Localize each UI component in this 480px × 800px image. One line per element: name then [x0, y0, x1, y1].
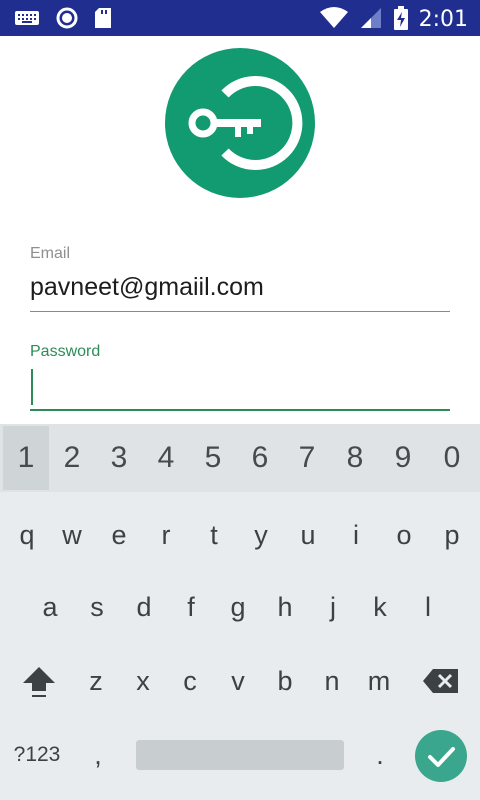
key-b[interactable]: b: [262, 656, 308, 706]
key-u[interactable]: u: [285, 510, 331, 560]
backspace-key[interactable]: [418, 656, 464, 706]
status-bar: 2:01: [0, 0, 480, 36]
email-label: Email: [30, 245, 71, 262]
email-underline: [30, 311, 450, 312]
password-label: Password: [30, 343, 101, 360]
key-l[interactable]: l: [405, 582, 451, 632]
key-e[interactable]: e: [96, 510, 142, 560]
keyboard-icon: [14, 8, 40, 32]
key-y[interactable]: y: [238, 510, 284, 560]
key-f[interactable]: f: [168, 582, 214, 632]
key-r[interactable]: r: [143, 510, 189, 560]
key-5[interactable]: 5: [190, 426, 236, 490]
key-0[interactable]: 0: [429, 426, 475, 490]
key-v[interactable]: v: [215, 656, 261, 706]
wifi-icon: [319, 6, 349, 34]
key-s[interactable]: s: [74, 582, 120, 632]
period-key[interactable]: .: [360, 730, 400, 780]
key-logo-icon: [188, 76, 303, 170]
key-z[interactable]: z: [73, 656, 119, 706]
soft-keyboard: 1 2 3 4 5 6 7 8 9 0 q w e r t y u i o p …: [0, 424, 480, 800]
app-logo: [165, 48, 315, 198]
key-m[interactable]: m: [356, 656, 402, 706]
key-h[interactable]: h: [262, 582, 308, 632]
key-d[interactable]: d: [121, 582, 167, 632]
email-input[interactable]: pavneet@gmaiil.com: [30, 273, 450, 305]
backspace-icon: [423, 669, 458, 693]
email-field[interactable]: Email pavneet@gmaiil.com: [30, 245, 450, 312]
key-3[interactable]: 3: [96, 426, 142, 490]
key-n[interactable]: n: [309, 656, 355, 706]
key-o[interactable]: o: [381, 510, 427, 560]
done-key[interactable]: [415, 730, 467, 782]
key-4[interactable]: 4: [143, 426, 189, 490]
key-x[interactable]: x: [120, 656, 166, 706]
key-g[interactable]: g: [215, 582, 261, 632]
comma-key[interactable]: ,: [78, 730, 118, 780]
key-a[interactable]: a: [27, 582, 73, 632]
battery-charging-icon: [393, 5, 409, 35]
key-c[interactable]: c: [167, 656, 213, 706]
password-input[interactable]: [30, 369, 450, 405]
key-p[interactable]: p: [429, 510, 475, 560]
key-6[interactable]: 6: [237, 426, 283, 490]
key-1[interactable]: 1: [3, 426, 49, 490]
sd-card-icon: [94, 7, 112, 33]
key-k[interactable]: k: [357, 582, 403, 632]
signal-icon: [359, 6, 383, 34]
shift-key[interactable]: [14, 656, 64, 706]
key-w[interactable]: w: [49, 510, 95, 560]
key-j[interactable]: j: [310, 582, 356, 632]
checkmark-icon: [428, 747, 455, 767]
circle-indicator-icon: [56, 7, 78, 33]
key-7[interactable]: 7: [284, 426, 330, 490]
space-bar[interactable]: [136, 740, 344, 770]
key-i[interactable]: i: [333, 510, 379, 560]
key-t[interactable]: t: [191, 510, 237, 560]
key-8[interactable]: 8: [332, 426, 378, 490]
password-field[interactable]: Password: [30, 343, 450, 411]
status-time: 2:01: [418, 7, 468, 32]
key-q[interactable]: q: [4, 510, 50, 560]
password-underline: [30, 409, 450, 411]
key-2[interactable]: 2: [49, 426, 95, 490]
symbols-key[interactable]: ?123: [4, 730, 70, 780]
shift-icon: [23, 667, 55, 697]
text-cursor: [31, 369, 33, 405]
key-9[interactable]: 9: [380, 426, 426, 490]
